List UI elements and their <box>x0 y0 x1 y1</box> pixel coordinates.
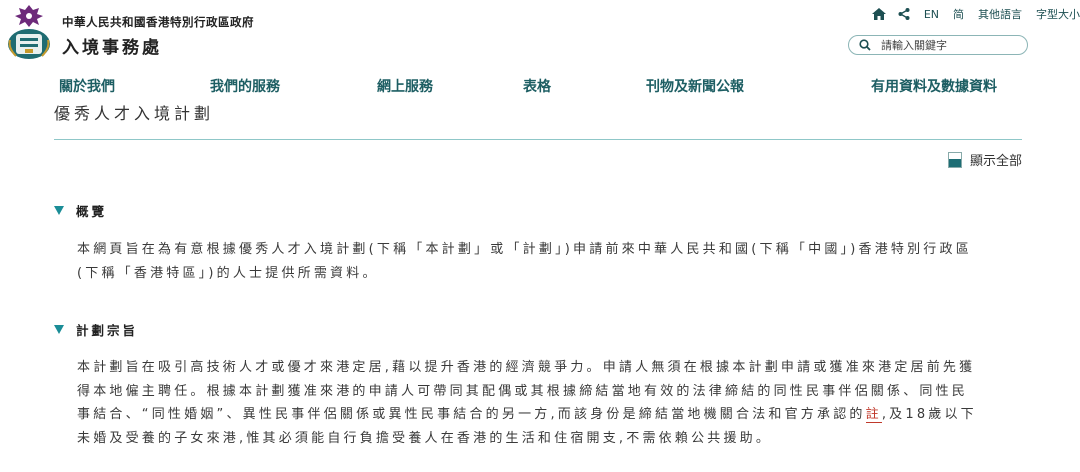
share-icon[interactable] <box>898 8 910 20</box>
search-input[interactable] <box>879 37 1013 53</box>
main-nav: 關於我們 我們的服務 網上服務 表格 刊物及新聞公報 有用資料及數據資料 <box>0 76 1080 96</box>
title-divider <box>54 139 1022 140</box>
nav-online-services[interactable]: 網上服務 <box>377 76 433 96</box>
top-utility-links: EN 简 其他語言 字型大小 <box>862 6 1080 22</box>
show-all-button[interactable]: 顯示全部 <box>947 150 1022 169</box>
section-overview-toggle[interactable]: 概覽 <box>54 201 107 220</box>
home-icon[interactable] <box>871 8 886 20</box>
nav-forms[interactable]: 表格 <box>523 76 551 96</box>
body-text: 本計劃旨在吸引高技術人才或優才來港定居,藉以提升香港的經濟競爭力。申請人無須在根… <box>77 360 976 422</box>
show-all-label: 顯示全部 <box>969 154 1022 169</box>
nav-useful-info-statistics[interactable]: 有用資料及數據資料 <box>871 76 997 96</box>
hkgov-emblem-logo[interactable] <box>6 4 52 60</box>
search-box[interactable] <box>848 35 1028 55</box>
section-title: 概覽 <box>76 204 108 219</box>
section-objective-body: 本計劃旨在吸引高技術人才或優才來港定居,藉以提升香港的經濟競爭力。申請人無須在根… <box>77 356 977 450</box>
site-header: 中華人民共和國香港特別行政區政府 入境事務處 EN 简 其他語言 字型大小 關於… <box>0 0 1080 100</box>
lang-simplified-link[interactable]: 简 <box>953 6 964 22</box>
nav-publications-press[interactable]: 刊物及新聞公報 <box>646 76 744 96</box>
nav-our-services[interactable]: 我們的服務 <box>210 76 280 96</box>
department-name[interactable]: 入境事務處 <box>62 33 162 58</box>
font-size-link[interactable]: 字型大小 <box>1036 6 1080 22</box>
section-objective-toggle[interactable]: 計劃宗旨 <box>54 320 138 339</box>
expand-triangle-icon <box>54 206 64 215</box>
page-title: 優秀人才入境計劃 <box>54 104 215 123</box>
section-title: 計劃宗旨 <box>76 323 139 338</box>
footnote-link[interactable]: 註 <box>865 407 882 423</box>
section-overview-body: 本網頁旨在為有意根據優秀人才入境計劃(下稱「本計劃」或「計劃」)申請前來中華人民… <box>77 242 972 281</box>
government-name: 中華人民共和國香港特別行政區政府 <box>62 15 254 29</box>
search-icon[interactable] <box>859 39 871 51</box>
show-all-icon <box>947 151 962 168</box>
lang-en-link[interactable]: EN <box>924 8 939 21</box>
expand-triangle-icon <box>54 325 64 334</box>
nav-about-us[interactable]: 關於我們 <box>59 76 115 96</box>
other-languages-link[interactable]: 其他語言 <box>978 6 1022 22</box>
